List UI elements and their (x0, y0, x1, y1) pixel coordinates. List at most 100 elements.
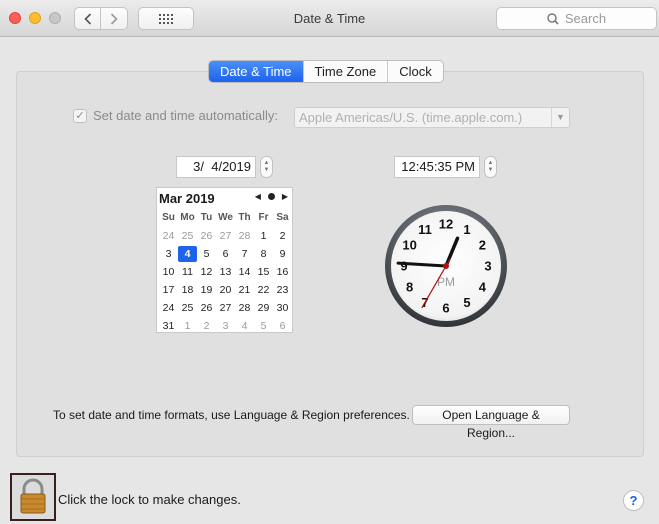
tab-clock[interactable]: Clock (387, 61, 443, 82)
clock-number: 8 (406, 280, 413, 295)
calendar-day[interactable]: 4 (235, 317, 254, 335)
stepper-up-icon: ▲ (263, 160, 270, 166)
calendar-day[interactable]: 2 (273, 227, 292, 245)
calendar-day[interactable]: 21 (235, 281, 254, 299)
stepper-down-icon: ▼ (263, 167, 270, 173)
today-dot-icon[interactable] (267, 193, 275, 200)
clock-number: 3 (484, 259, 491, 274)
calendar-day[interactable]: 28 (235, 227, 254, 245)
calendar-day[interactable]: 14 (235, 263, 254, 281)
lock-button[interactable] (10, 473, 56, 521)
calendar-day[interactable]: 22 (254, 281, 273, 299)
calendar-grid: Su Mo Tu We Th Fr Sa 24 25 26 27 28 1 2 3 4 5 6 7 8 9 10 11 12 1… (159, 209, 292, 335)
calendar-day[interactable]: 13 (216, 263, 235, 281)
calendar-day[interactable]: 18 (178, 281, 197, 299)
calendar-month-label: Mar 2019 (159, 191, 215, 206)
date-field[interactable]: 3/ 4/2019 (176, 156, 256, 178)
clock-number: 1 (463, 222, 470, 237)
calendar-day[interactable]: 3 (216, 317, 235, 335)
calendar-day[interactable]: 15 (254, 263, 273, 281)
clock-number: 5 (463, 295, 470, 310)
clock-number: 6 (442, 301, 449, 316)
clock-center-pin (443, 263, 449, 269)
time-server-value: Apple Americas/U.S. (time.apple.com.) (299, 110, 523, 125)
search-placeholder: Search (564, 11, 607, 26)
clock-number: 11 (418, 222, 432, 237)
calendar-day[interactable]: 25 (178, 227, 197, 245)
calendar-weekday: Tu (200, 212, 213, 223)
search-icon (547, 12, 559, 25)
previous-month-icon[interactable]: ◀ (255, 192, 261, 201)
next-month-icon[interactable]: ▶ (282, 192, 288, 201)
formats-hint-text: To set date and time formats, use Langua… (53, 408, 410, 422)
chevron-down-icon: ▼ (551, 108, 569, 127)
calendar-nav: ◀ ▶ (255, 192, 288, 201)
calendar-day[interactable]: 6 (216, 245, 235, 263)
auto-time-checkbox[interactable]: ✓ (73, 108, 87, 123)
calendar: Mar 2019 ◀ ▶ Su Mo Tu We Th Fr Sa 24 25 26 27 28 1 2 3… (156, 187, 293, 333)
calendar-week-row: 24 25 26 27 28 29 30 (159, 299, 292, 317)
calendar-day[interactable]: 28 (235, 299, 254, 317)
calendar-weekday: Mo (180, 212, 195, 223)
calendar-day[interactable]: 20 (216, 281, 235, 299)
calendar-weekday: Th (238, 212, 251, 223)
settings-panel (16, 71, 644, 457)
calendar-day[interactable]: 19 (197, 281, 216, 299)
open-language-region-button[interactable]: Open Language & Region... (412, 405, 570, 440)
tab-date-time[interactable]: Date & Time (209, 61, 303, 82)
calendar-day[interactable]: 8 (254, 245, 273, 263)
stepper-up-icon: ▲ (487, 160, 494, 166)
time-field[interactable]: 12:45:35 PM (394, 156, 480, 178)
calendar-day[interactable]: 9 (273, 245, 292, 263)
help-button[interactable]: ? (623, 490, 644, 511)
tab-bar: Date & Time Time Zone Clock (208, 60, 444, 83)
calendar-day[interactable]: 26 (197, 227, 216, 245)
calendar-day[interactable]: 24 (159, 227, 178, 245)
calendar-day[interactable]: 16 (273, 263, 292, 281)
clock-number: 2 (479, 238, 486, 253)
clock-number: 10 (402, 238, 416, 253)
calendar-day[interactable]: 30 (273, 299, 292, 317)
calendar-day[interactable]: 5 (254, 317, 273, 335)
calendar-weekday: Su (162, 212, 175, 223)
calendar-week-row: 31 1 2 3 4 5 6 (159, 317, 292, 335)
stepper-down-icon: ▼ (487, 167, 494, 173)
calendar-day[interactable]: 5 (197, 245, 216, 263)
calendar-day[interactable]: 11 (178, 263, 197, 281)
clock-number: 9 (400, 259, 407, 274)
calendar-weekday: Fr (258, 212, 269, 223)
calendar-day[interactable]: 7 (235, 245, 254, 263)
calendar-weekday: Sa (276, 212, 289, 223)
calendar-day[interactable]: 1 (178, 317, 197, 335)
calendar-day[interactable]: 27 (216, 227, 235, 245)
calendar-day[interactable]: 12 (197, 263, 216, 281)
calendar-day[interactable]: 27 (216, 299, 235, 317)
calendar-day[interactable]: 26 (197, 299, 216, 317)
search-field[interactable]: Search (496, 7, 657, 30)
auto-time-label: Set date and time automatically: (93, 108, 278, 123)
calendar-day[interactable]: 1 (254, 227, 273, 245)
lock-text: Click the lock to make changes. (58, 492, 241, 507)
clock-number: 12 (439, 217, 453, 232)
calendar-day[interactable]: 17 (159, 281, 178, 299)
calendar-day[interactable]: 31 (159, 317, 178, 335)
calendar-day[interactable]: 3 (159, 245, 178, 263)
calendar-day[interactable]: 29 (254, 299, 273, 317)
calendar-day[interactable]: 23 (273, 281, 292, 299)
time-server-select[interactable]: Apple Americas/U.S. (time.apple.com.) ▼ (294, 107, 570, 128)
calendar-day[interactable]: 6 (273, 317, 292, 335)
checkmark-icon: ✓ (75, 110, 85, 122)
date-stepper[interactable]: ▲ ▼ (260, 156, 273, 178)
time-stepper[interactable]: ▲ ▼ (484, 156, 497, 178)
calendar-weekday: We (218, 212, 233, 223)
calendar-day[interactable]: 24 (159, 299, 178, 317)
lock-icon (20, 478, 46, 514)
calendar-day[interactable]: 10 (159, 263, 178, 281)
auto-time-row: ✓ Set date and time automatically: (73, 108, 278, 123)
calendar-day[interactable]: 4 (178, 246, 197, 262)
analog-clock: 121234567891011 PM (385, 205, 507, 327)
calendar-day[interactable]: 2 (197, 317, 216, 335)
title-bar: Date & Time Search (0, 0, 659, 37)
tab-time-zone[interactable]: Time Zone (302, 61, 388, 82)
calendar-day[interactable]: 25 (178, 299, 197, 317)
